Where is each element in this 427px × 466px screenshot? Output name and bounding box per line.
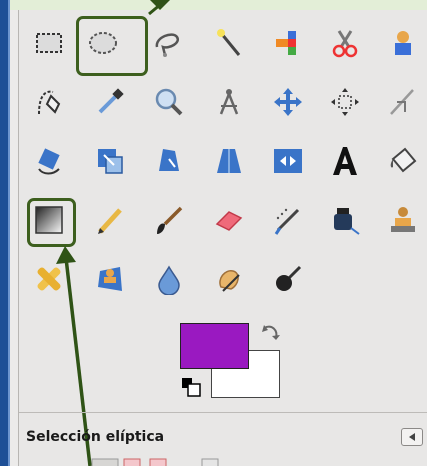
free-select-icon (155, 33, 180, 57)
swap-colors-icon[interactable] (258, 322, 282, 346)
crop-icon (390, 89, 414, 115)
ink-icon (334, 208, 360, 235)
color-select-icon (276, 31, 296, 55)
blend-tool-highlight (27, 198, 76, 247)
perspective-tool[interactable] (207, 139, 251, 183)
shear-tool[interactable] (147, 139, 191, 183)
flip-tool[interactable] (266, 139, 310, 183)
crop-tool[interactable] (381, 80, 425, 124)
rect-select-tool[interactable] (27, 21, 71, 65)
color-picker-tool[interactable] (88, 80, 132, 124)
airbrush-icon (274, 208, 300, 235)
heal-icon (37, 267, 61, 291)
rotate-tool[interactable] (27, 139, 71, 183)
foreground-color-swatch[interactable] (180, 323, 249, 369)
paintbrush-icon (157, 206, 183, 234)
rect-select-icon (36, 33, 62, 53)
foreground-select-icon (395, 31, 411, 55)
eraser-icon (215, 211, 243, 231)
eraser-tool[interactable] (207, 198, 251, 242)
top-strip (10, 0, 427, 10)
text-tool[interactable] (323, 139, 367, 183)
bucket-fill-icon (390, 147, 417, 173)
perspective-clone-tool[interactable] (88, 257, 132, 301)
clone-tool[interactable] (381, 198, 425, 242)
perspective-clone-icon (98, 267, 122, 291)
dodge-burn-tool[interactable] (266, 257, 310, 301)
scale-tool[interactable] (88, 139, 132, 183)
measure-icon (219, 89, 239, 115)
shear-icon (159, 149, 179, 171)
clone-icon (391, 207, 415, 232)
heal-tool[interactable] (27, 257, 71, 301)
zoom-tool[interactable] (147, 80, 191, 124)
dodge-burn-icon (276, 265, 302, 291)
blur-sharpen-tool[interactable] (147, 257, 191, 301)
window-edge (0, 0, 10, 466)
tool-options-controls-partial (91, 458, 219, 466)
paintbrush-tool[interactable] (147, 198, 191, 242)
smudge-tool[interactable] (207, 257, 251, 301)
text-icon (333, 147, 357, 175)
zoom-icon (155, 88, 183, 116)
tool-options-menu-button[interactable] (401, 428, 423, 446)
default-colors-icon[interactable] (180, 376, 204, 400)
pencil-tool[interactable] (88, 198, 132, 242)
perspective-icon (217, 149, 241, 173)
fuzzy-select-icon (217, 29, 241, 56)
color-picker-icon (98, 88, 124, 114)
move-icon (274, 88, 302, 116)
paths-icon (38, 90, 61, 115)
tool-options-title: Selección elíptica (26, 429, 165, 445)
scissors-icon (332, 30, 358, 58)
airbrush-tool[interactable] (266, 198, 310, 242)
ink-tool[interactable] (323, 198, 367, 242)
blur-sharpen-icon (158, 265, 180, 295)
ellipse-select-highlight (76, 16, 148, 76)
smudge-icon (219, 270, 240, 292)
foreground-select-tool[interactable] (381, 21, 425, 65)
pencil-icon (98, 208, 122, 234)
rotate-icon (38, 148, 60, 175)
fuzzy-select-tool[interactable] (207, 21, 251, 65)
scale-icon (98, 149, 123, 174)
paths-tool[interactable] (27, 80, 71, 124)
move-tool[interactable] (266, 80, 310, 124)
bucket-fill-tool[interactable] (381, 139, 425, 183)
tool-options-divider (19, 412, 427, 413)
scissors-select-tool[interactable] (323, 21, 367, 65)
color-select-tool[interactable] (266, 21, 310, 65)
measure-tool[interactable] (207, 80, 251, 124)
flip-icon (274, 149, 302, 173)
triangle-left-icon (409, 433, 415, 441)
align-icon (331, 88, 359, 116)
free-select-tool[interactable] (145, 21, 189, 65)
align-tool[interactable] (323, 80, 367, 124)
